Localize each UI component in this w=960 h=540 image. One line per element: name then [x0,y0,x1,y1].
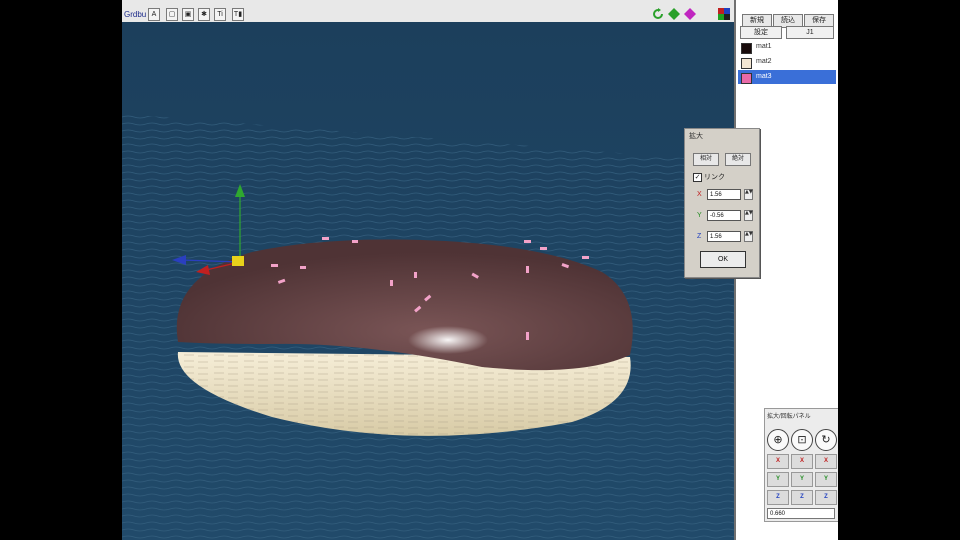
scale-y-input[interactable]: -0.56 [707,210,741,221]
material-item-mat3[interactable]: mat3 [738,70,836,84]
tab-settings[interactable]: 設定 [740,26,782,39]
tab-relative[interactable]: 相対 [693,153,719,166]
move-arrows-icon[interactable] [668,8,680,20]
toolbar-button-3[interactable]: ▣ [182,8,194,21]
3d-viewport[interactable] [122,22,734,540]
scale-z-spinner[interactable]: ▲▼ [744,231,753,242]
rotate-z-button[interactable]: Z [815,490,837,505]
move-z-button[interactable]: Z [767,490,789,505]
donut-model[interactable] [176,237,633,436]
material-name: mat2 [756,58,772,65]
move-x-button[interactable]: X [767,454,789,469]
dialog-title: 拡大 [689,133,703,140]
rotate-y-button[interactable]: Y [815,472,837,487]
ok-button[interactable]: OK [700,251,746,268]
scale-z-button[interactable]: Z [791,490,813,505]
rotate-left-icon[interactable] [652,8,664,20]
material-name: mat1 [756,43,772,50]
tab-absolute[interactable]: 絶対 [725,153,751,166]
scale-arrows-icon[interactable] [684,8,696,20]
checkbox-label: リンク [704,174,725,181]
toolbar-button-4[interactable]: ✱ [198,8,210,21]
scale-z-input[interactable]: 1.56 [707,231,741,242]
scale-x-spinner[interactable]: ▲▼ [744,189,753,200]
link-checkbox[interactable]: ✓ リンク [693,172,725,182]
scale-x-button[interactable]: X [791,454,813,469]
axis-label-y: Y [697,212,702,219]
scene-render [122,22,734,540]
checkbox-box[interactable]: ✓ [693,172,702,182]
axis-label-x: X [697,191,702,198]
rotate-x-button[interactable]: X [815,454,837,469]
app-label: Grdbu [124,10,147,19]
toolbar: Grdbu A ▢ ▣ ✱ Ti T▮ [122,0,734,23]
color-palette-icon[interactable] [718,8,730,20]
toolbar-button-5[interactable]: Ti [214,8,226,21]
toolbar-button-1[interactable]: A [148,8,160,21]
gizmo-center-handle [232,256,244,266]
toolbar-button-2[interactable]: ▢ [166,8,178,21]
axis-label-z: Z [697,233,702,240]
material-name: mat3 [756,73,772,80]
panel-title: 拡大/回転パネル [767,414,811,420]
scale-y-spinner[interactable]: ▲▼ [744,210,753,221]
material-color-swatch [741,43,752,54]
scale-icon[interactable]: ⊡ [791,429,813,451]
scale-y-button[interactable]: Y [791,472,813,487]
scale-dialog: 拡大 相対 絶対 ✓ リンク X 1.56 ▲▼ Y -0.56 ▲▼ Z 1.5… [684,128,760,278]
rotate-icon[interactable]: ↻ [815,429,837,451]
material-tabs: 新規 読込 保存 [742,14,834,28]
tab-j1[interactable]: J1 [786,26,834,39]
material-item-mat1[interactable]: mat1 [738,40,836,54]
material-color-swatch [741,73,752,84]
toolbar-button-6[interactable]: T▮ [232,8,244,21]
material-color-swatch [741,58,752,69]
move-icon[interactable]: ⊕ [767,429,789,451]
application-window: Grdbu A ▢ ▣ ✱ Ti T▮ 新規 読込 保存 設定 J1 mat1 … [122,0,838,540]
scale-x-input[interactable]: 1.56 [707,189,741,200]
move-y-button[interactable]: Y [767,472,789,487]
material-item-mat2[interactable]: mat2 [738,55,836,69]
transform-value-field[interactable]: 0.660 [767,508,835,519]
transform-panel: 拡大/回転パネル ⊕ ⊡ ↻ X X X Y Y Y Z Z Z 0.660 [764,408,838,522]
